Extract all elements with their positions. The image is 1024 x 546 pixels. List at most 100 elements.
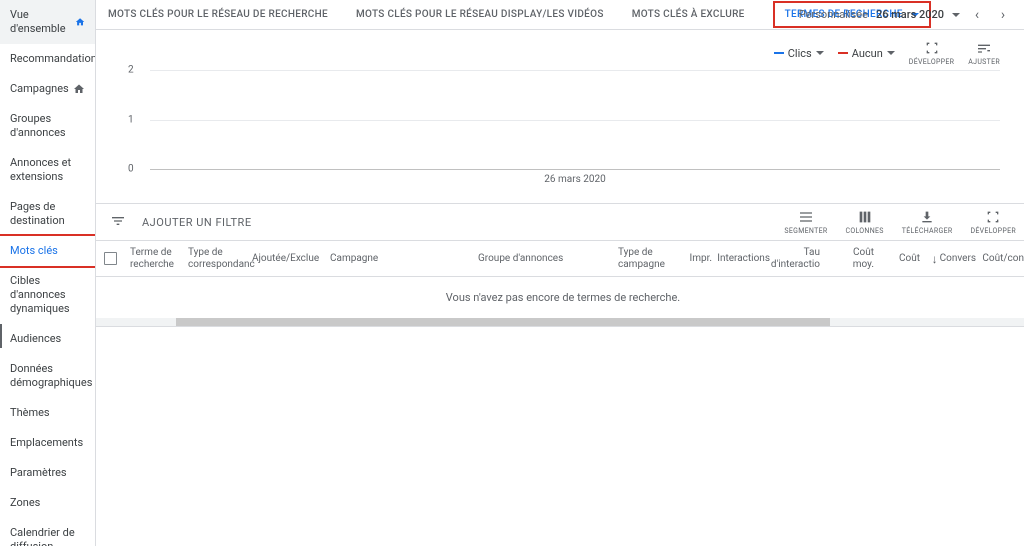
chevron-down-icon (816, 51, 824, 55)
sidebar-label: Paramètres (10, 466, 67, 480)
th-rate[interactable]: Tau d'interactio (776, 241, 826, 276)
sidebar-label: Pages de destination (10, 200, 85, 228)
metric-label: Aucun (852, 47, 883, 60)
expand-icon (924, 40, 940, 56)
select-all[interactable] (96, 241, 124, 276)
checkbox-icon (104, 252, 117, 265)
sidebar-label: Emplacements (10, 436, 83, 450)
sidebar-item-recommendations[interactable]: Recommandations (0, 44, 95, 74)
home-icon (75, 16, 85, 28)
chevron-down-icon (887, 51, 895, 55)
date-next[interactable]: › (994, 6, 1012, 24)
sidebar-item-adgroups[interactable]: Groupes d'annonces (0, 104, 95, 148)
metric-secondary[interactable]: Aucun (838, 47, 895, 60)
sidebar-item-zones[interactable]: Zones (0, 488, 95, 518)
sidebar-item-keywords[interactable]: Mots clés (0, 234, 96, 268)
add-filter-input[interactable]: AJOUTER UN FILTRE (142, 216, 252, 229)
h-scrollbar[interactable] (96, 318, 1024, 326)
th-label: Convers (940, 253, 976, 265)
expand-chart-button[interactable]: DÉVELOPPER (909, 40, 955, 66)
expand-table-button[interactable]: DÉVELOPPER (971, 209, 1017, 235)
chart-controls: Clics Aucun DÉVELOPPER AJUSTER (120, 40, 1000, 66)
dash-icon (774, 52, 784, 54)
columns-button[interactable]: COLONNES (845, 209, 883, 235)
th-cost[interactable]: Coût (880, 241, 926, 276)
sidebar-item-schedule[interactable]: Calendrier de diffusion (0, 518, 95, 546)
segment-button[interactable]: SEGMENTER (784, 209, 827, 235)
grid-line (150, 70, 1000, 71)
sidebar-label: Zones (10, 496, 40, 510)
y-tick: 0 (128, 164, 134, 175)
date-value: 26 mars 2020 (876, 8, 944, 21)
sidebar-item-themes[interactable]: Thèmes (0, 398, 95, 428)
x-axis-label: 26 mars 2020 (150, 174, 1000, 185)
sidebar-label: Calendrier de diffusion (10, 526, 85, 546)
filter-bar: AJOUTER UN FILTRE SEGMENTER COLONNES (96, 203, 1024, 241)
th-added[interactable]: Ajoutée/Exclue (246, 241, 324, 276)
sidebar: Vue d'ensemble Recommandations Campagnes… (0, 0, 96, 546)
sidebar-label: Thèmes (10, 406, 50, 420)
date-prev[interactable]: ‹ (968, 6, 986, 24)
th-campaign[interactable]: Campagne (324, 241, 472, 276)
side-marker (0, 324, 2, 348)
adjust-icon (976, 40, 992, 56)
sidebar-item-campaigns[interactable]: Campagnes (0, 74, 95, 104)
sort-down-icon: ↓ (932, 253, 938, 265)
metric-primary[interactable]: Clics (774, 47, 824, 60)
table-header: Terme de recherche Type de correspondanc… (96, 241, 1024, 277)
sidebar-label: Annonces et extensions (10, 156, 85, 184)
tab-search-keywords[interactable]: MOTS CLÉS POUR LE RÉSEAU DE RECHERCHE (108, 9, 328, 20)
table: Terme de recherche Type de correspondanc… (96, 241, 1024, 327)
download-icon (919, 209, 935, 225)
filter-icon[interactable] (110, 213, 126, 232)
btn-label: DÉVELOPPER (971, 227, 1017, 235)
adjust-chart-button[interactable]: AJUSTER (968, 40, 1000, 66)
sidebar-label: Campagnes (10, 82, 69, 96)
date-range[interactable]: Personnalisée 26 mars 2020 ‹ › (799, 6, 1012, 24)
download-button[interactable]: TÉLÉCHARGER (902, 209, 953, 235)
th-search-term[interactable]: Terme de recherche (124, 241, 182, 276)
th-avgcost[interactable]: Coût moy. (826, 241, 880, 276)
sidebar-label: Recommandations (10, 52, 96, 66)
sidebar-item-dynamic[interactable]: Cibles d'annonces dynamiques (0, 266, 95, 324)
sidebar-label: Mots clés (10, 244, 58, 258)
grid-line (150, 120, 1000, 121)
dash-icon (838, 52, 848, 54)
chart: 2 1 0 (150, 70, 1000, 170)
sidebar-label: Audiences (10, 332, 61, 346)
sidebar-item-placements[interactable]: Emplacements (0, 428, 95, 458)
tabs-bar: MOTS CLÉS POUR LE RÉSEAU DE RECHERCHE MO… (96, 0, 1024, 30)
sidebar-item-audiences[interactable]: Audiences (0, 324, 95, 354)
tab-negative-keywords[interactable]: MOTS CLÉS À EXCLURE (632, 9, 745, 20)
btn-label: TÉLÉCHARGER (902, 227, 953, 235)
segment-icon (798, 209, 814, 225)
sidebar-label: Vue d'ensemble (10, 8, 75, 36)
sidebar-label: Données démographiques (10, 362, 92, 390)
sidebar-label: Groupes d'annonces (10, 112, 85, 140)
th-costconv[interactable]: Coût/con (982, 241, 1024, 276)
th-interactions[interactable]: Interactions (718, 241, 776, 276)
empty-message: Vous n'avez pas encore de termes de rech… (96, 277, 1024, 318)
sidebar-item-demographics[interactable]: Données démographiques (0, 354, 95, 398)
chart-area: Clics Aucun DÉVELOPPER AJUSTER (96, 30, 1024, 185)
sidebar-label: Cibles d'annonces dynamiques (10, 274, 85, 316)
th-impr[interactable]: Impr. (672, 241, 718, 276)
columns-icon (857, 209, 873, 225)
scroll-thumb[interactable] (176, 318, 830, 326)
main: MOTS CLÉS POUR LE RÉSEAU DE RECHERCHE MO… (96, 0, 1024, 546)
th-match-type[interactable]: Type de correspondanc (182, 241, 246, 276)
expand-icon (985, 209, 1001, 225)
btn-label: SEGMENTER (784, 227, 827, 235)
home-icon (73, 83, 85, 95)
sidebar-item-landing[interactable]: Pages de destination (0, 192, 95, 236)
y-tick: 1 (128, 114, 134, 125)
y-tick: 2 (128, 65, 134, 76)
sidebar-item-ads[interactable]: Annonces et extensions (0, 148, 95, 192)
btn-label: COLONNES (845, 227, 883, 235)
sidebar-item-overview[interactable]: Vue d'ensemble (0, 0, 95, 44)
th-adgroup[interactable]: Groupe d'annonces (472, 241, 612, 276)
th-conv[interactable]: ↓Convers (926, 241, 982, 276)
sidebar-item-settings[interactable]: Paramètres (0, 458, 95, 488)
tab-display-keywords[interactable]: MOTS CLÉS POUR LE RÉSEAU DISPLAY/LES VID… (356, 9, 604, 20)
th-camp-type[interactable]: Type de campagne (612, 241, 672, 276)
